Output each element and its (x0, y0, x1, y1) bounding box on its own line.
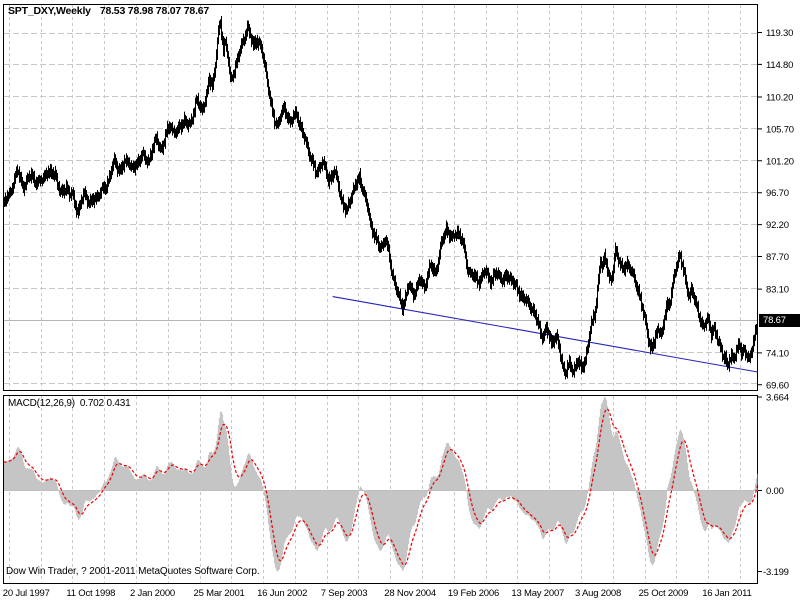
price-axis-label: 92.20 (766, 220, 789, 231)
quote-values: 78.53 78.98 78.07 78.67 (99, 5, 210, 17)
date-axis-label: 11 Oct 1998 (66, 588, 115, 599)
price-axis-label: 110.20 (766, 93, 793, 104)
chart-window: 119.30 114.80 110.20 105.70 101.20 96.70 92.20… (0, 0, 800, 600)
macd-title: MACD(12,26,9) 0.702 0.431 (8, 398, 131, 409)
date-axis-label: 20 Jul 1997 (3, 588, 50, 599)
current-price-badge: 78.67 (759, 314, 800, 327)
macd-axis-label: 0.00 (766, 486, 784, 497)
date-axis-label: 16 Jun 2002 (257, 588, 307, 599)
price-axis-label: 74.10 (766, 348, 789, 359)
date-axis-label: 28 Nov 2004 (384, 588, 436, 599)
date-axis-label: 25 Mar 2001 (194, 588, 245, 599)
macd-values: 0.702 0.431 (79, 398, 131, 409)
price-axis-label: 87.70 (766, 252, 789, 263)
date-axis-label: 25 Oct 2009 (639, 588, 689, 599)
macd-axis-label: 3.664 (766, 393, 789, 404)
macd-label: MACD(12,26,9) (8, 398, 75, 409)
price-axis-label: 105.70 (766, 124, 794, 135)
chart-title: SPT_DXY,Weekly 78.53 78.98 78.07 78.67 (8, 5, 209, 17)
price-axis-label: 119.30 (766, 28, 793, 39)
date-axis-label: 16 Jan 2011 (702, 588, 751, 599)
axis-ticks (757, 32, 762, 572)
chart-canvas[interactable]: 119.30 114.80 110.20 105.70 101.20 96.70 92.20… (0, 0, 800, 600)
price-axis-label: 83.10 (766, 285, 789, 296)
price-axis-label: 114.80 (766, 60, 793, 71)
price-axis-label: 96.70 (766, 188, 789, 199)
main-panel[interactable] (3, 4, 758, 391)
price-axis-label: 69.60 (766, 380, 789, 391)
date-axis-label: 19 Feb 2006 (448, 588, 499, 599)
macd-axis-label: -3.199 (763, 567, 789, 578)
price-axis-label: 101.20 (766, 156, 794, 167)
symbol-label: SPT_DXY,Weekly (8, 5, 91, 17)
footer-credit: Dow Win Trader, ? 2001-2011 MetaQuotes S… (6, 566, 260, 577)
date-axis-label: 3 Aug 2008 (575, 588, 621, 599)
date-axis-label: 2 Jan 2000 (130, 588, 175, 599)
date-axis-label: 7 Sep 2003 (321, 588, 368, 599)
date-axis-label: 13 May 2007 (511, 588, 564, 599)
